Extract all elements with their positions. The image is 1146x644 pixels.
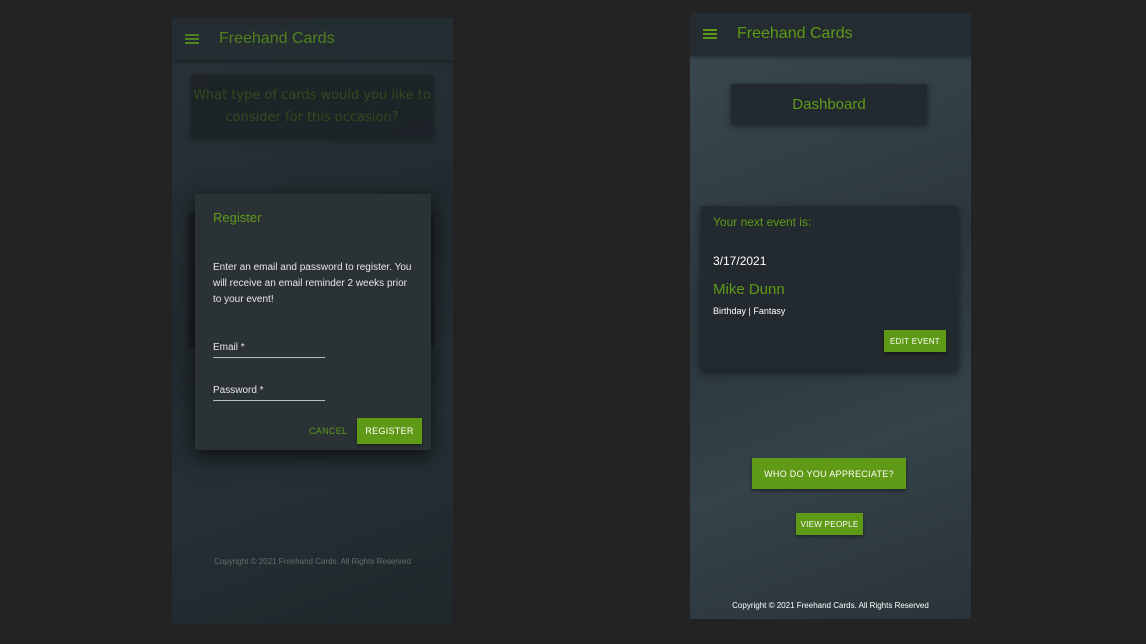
app-title: Freehand Cards [219, 30, 335, 47]
dialog-title: Register [213, 210, 262, 225]
dashboard-title-card: Dashboard [731, 84, 927, 124]
event-person-name: Mike Dunn [713, 281, 785, 298]
cancel-button[interactable]: CANCEL [309, 426, 347, 436]
app-bar: Freehand Cards [172, 18, 453, 60]
dialog-description: Enter an email and password to register.… [213, 262, 412, 305]
register-button[interactable]: REGISTER [357, 418, 422, 444]
app-title: Freehand Cards [737, 25, 853, 42]
register-dialog: Register Enter an email and password to … [195, 194, 431, 450]
next-event-card: Your next event is: 3/17/2021 Mike Dunn … [701, 206, 958, 370]
event-type: Birthday | Fantasy [713, 306, 786, 316]
email-field[interactable]: Email * [213, 342, 325, 358]
footer-copyright: Copyright © 2021 Freehand Cards. All Rig… [732, 601, 929, 610]
password-label: Password * [213, 385, 264, 396]
register-screen: What type of cards would you like to con… [172, 18, 453, 624]
hamburger-menu-icon[interactable] [185, 34, 199, 44]
event-date: 3/17/2021 [713, 254, 767, 268]
view-people-button[interactable]: VIEW PEOPLE [796, 513, 863, 535]
password-field[interactable]: Password * [213, 385, 325, 401]
event-heading: Your next event is: [713, 215, 812, 229]
who-do-you-appreciate-button[interactable]: WHO DO YOU APPRECIATE? [752, 458, 906, 489]
email-label: Email * [213, 342, 245, 353]
dashboard-screen: Freehand Cards Dashboard Your next event… [690, 13, 971, 619]
dashboard-title: Dashboard [792, 95, 866, 113]
hamburger-menu-icon[interactable] [703, 29, 717, 39]
edit-event-button[interactable]: EDIT EVENT [884, 330, 946, 352]
app-bar: Freehand Cards [690, 13, 971, 55]
